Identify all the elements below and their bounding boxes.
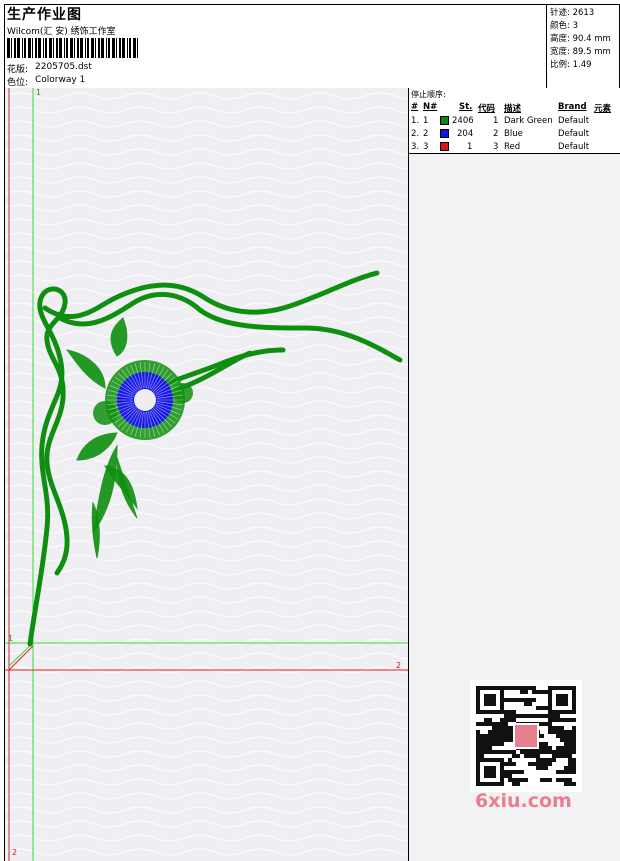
canvas-marker-top: 1 <box>36 88 42 97</box>
col-brand: Brand <box>558 102 587 112</box>
col-number: N# <box>423 102 438 112</box>
col-code: 代码 <box>478 104 496 114</box>
color-swatch-blue <box>440 129 449 138</box>
color-swatch-red <box>440 142 449 151</box>
barcode <box>7 38 138 58</box>
colorway-label: 色位: <box>7 78 29 88</box>
color-swatch-dark-green <box>440 116 449 125</box>
colorway-name: Colorway 1 <box>35 75 86 85</box>
studio-name: Wilcom(汇 安) 绣饰工作室 <box>7 27 116 37</box>
stat-stitches: 针迹: 2613 <box>550 8 595 18</box>
stats-divider <box>546 4 547 88</box>
embroidery-preview <box>5 88 408 861</box>
stat-width: 宽度: 89.5 mm <box>550 47 611 57</box>
stat-colors: 颜色: 3 <box>550 21 578 31</box>
production-worksheet: 生产作业图 Wilcom(汇 安) 绣饰工作室 花版: 2205705.dst … <box>0 0 620 861</box>
col-index: # <box>411 102 419 112</box>
design-file-label: 花版: <box>7 65 29 75</box>
stat-height: 高度: 90.4 mm <box>550 34 611 44</box>
canvas-marker-left: 1 <box>8 634 14 643</box>
stop-sequence-table: 停止顺序: # N# St. 代码 描述 Brand 元素 1. 1 2406 … <box>409 88 620 154</box>
qr-code-icon <box>470 680 582 792</box>
design-file-name: 2205705.dst <box>35 62 92 72</box>
col-stitches: St. <box>459 102 473 112</box>
design-canvas: 1 1 2 2 <box>5 88 409 861</box>
site-watermark: 6xiu.com <box>475 790 572 812</box>
stat-scale: 比例: 1.49 <box>550 60 592 70</box>
canvas-marker-bottom: 2 <box>12 848 18 857</box>
col-element: 元素 <box>594 104 612 114</box>
stop-sequence-title: 停止顺序: <box>411 90 446 99</box>
worksheet-title: 生产作业图 <box>7 7 82 23</box>
canvas-marker-right: 2 <box>396 661 402 670</box>
col-description: 描述 <box>504 104 522 114</box>
